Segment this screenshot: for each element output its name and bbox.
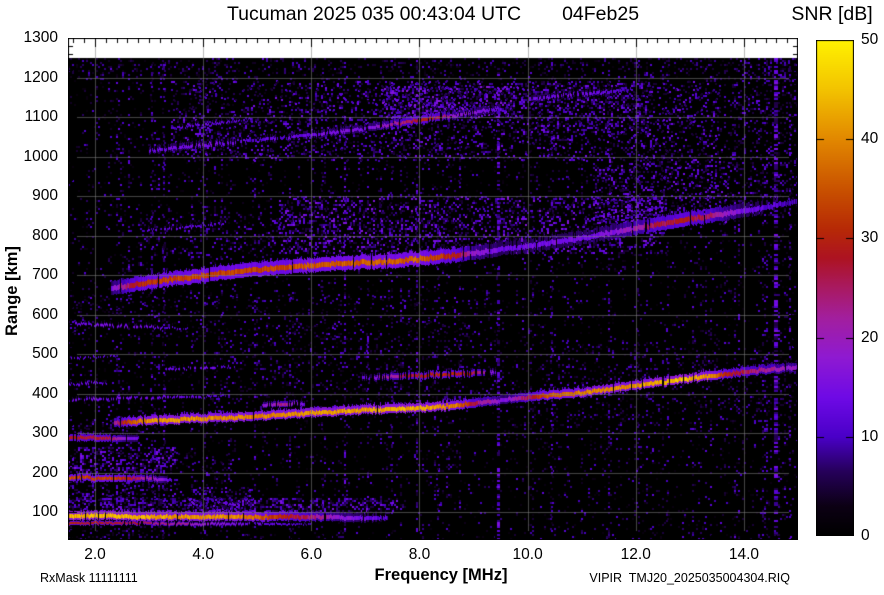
colorbar-title: SNR [dB] — [791, 3, 873, 25]
y-tick-label: 500 — [32, 345, 58, 363]
rxmask-text: RxMask 11111111 — [40, 571, 138, 585]
y-tick-label: 300 — [32, 424, 58, 442]
y-tick-label: 1000 — [23, 147, 58, 165]
colorbar — [816, 40, 854, 536]
y-tick-label: 700 — [32, 266, 58, 284]
y-tick-label: 100 — [32, 503, 58, 521]
colorbar-tick-label: 50 — [861, 31, 879, 48]
y-tick-label: 1200 — [23, 68, 58, 86]
x-tick-label: 4.0 — [192, 546, 214, 563]
filename-text: VIPIR TMJ20_2025035004304.RIQ — [589, 571, 790, 585]
colorbar-tick-label: 0 — [861, 527, 870, 544]
ionogram-page: Tucuman 2025 035 00:43:04 UTC 04Feb25 SNR… — [0, 0, 884, 595]
plot-title-text: Tucuman 2025 035 00:43:04 UTC — [226, 3, 522, 25]
y-tick-label: 400 — [32, 384, 58, 402]
x-tick-label: 8.0 — [408, 546, 431, 563]
colorbar-tick-label: 40 — [861, 130, 879, 148]
y-tick-label: 1100 — [24, 108, 58, 126]
colorbar-tick-label: 30 — [861, 229, 879, 247]
y-tick-label: 1300 — [23, 29, 58, 46]
y-tick-label: 600 — [32, 305, 58, 323]
x-tick-label: 2.0 — [84, 546, 106, 563]
y-tick-label: 200 — [32, 463, 58, 481]
x-tick-label: 10.0 — [512, 546, 543, 563]
x-tick-label: 6.0 — [300, 546, 323, 563]
y-tick-label: 800 — [32, 226, 58, 244]
x-tick-label: 14.0 — [728, 546, 759, 563]
plot-title: Tucuman 2025 035 00:43:04 UTC 04Feb25 — [68, 2, 798, 26]
ionogram-plot — [68, 38, 798, 540]
y-tick-label: 900 — [32, 187, 58, 205]
colorbar-tick-label: 20 — [861, 328, 879, 346]
plot-title-date: 04Feb25 — [562, 3, 640, 25]
colorbar-tick-label: 10 — [861, 427, 879, 445]
x-axis-label: Frequency [MHz] — [374, 566, 508, 584]
x-tick-label: 12.0 — [620, 546, 651, 563]
